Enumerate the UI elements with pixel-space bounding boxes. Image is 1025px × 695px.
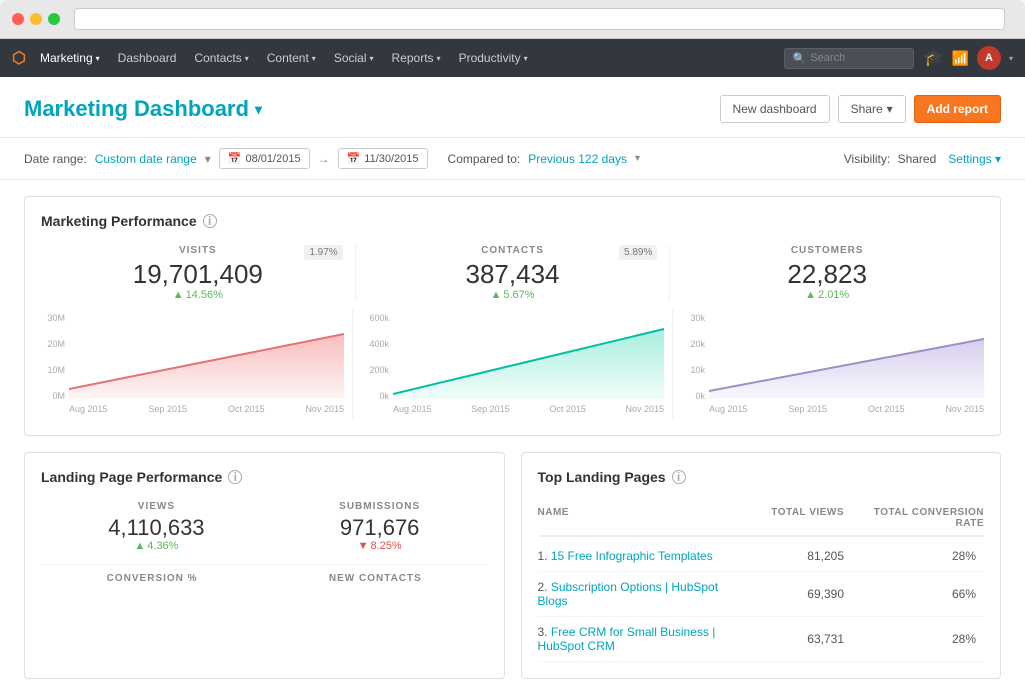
page-link[interactable]: 15 Free Infographic Templates (551, 549, 713, 563)
date-to-badge[interactable]: 📅 11/30/2015 (338, 148, 428, 169)
chevron-down-icon: ▾ (245, 54, 249, 63)
navbar: ⬡ Marketing ▾ Dashboard Contacts ▾ Conte… (0, 39, 1025, 77)
table-header: NAME TOTAL VIEWS TOTAL CONVERSION RATE (538, 501, 985, 537)
contacts-chart: 600k 400k 200k 0k (361, 309, 673, 419)
share-chevron-icon: ▾ (887, 102, 893, 116)
lp-metrics: VIEWS 4,110,633 ▲ 4.36% SUBMISSIONS 971,… (41, 501, 488, 552)
down-arrow-icon: ▼ (358, 540, 369, 552)
bottom-cards: Landing Page Performance i VIEWS 4,110,6… (24, 452, 1001, 679)
visits-chart: 30M 20M 10M 0M (41, 309, 353, 419)
card-title-tlp: Top Landing Pages i (538, 469, 985, 485)
filter-bar: Date range: Custom date range ▾ 📅 08/01/… (0, 138, 1025, 180)
nav-item-content[interactable]: Content ▾ (259, 47, 324, 69)
nav-item-dashboard[interactable]: Dashboard (110, 47, 185, 69)
top-landing-pages-table: NAME TOTAL VIEWS TOTAL CONVERSION RATE 1… (538, 501, 985, 662)
metric-visits: 1.97% VISITS 19,701,409 ▲ 14.56% (41, 245, 356, 301)
page-link[interactable]: Free CRM for Small Business | HubSpot CR… (538, 625, 716, 653)
nav-right-icons: 🎓 📶 A ▾ (924, 46, 1013, 70)
customers-chart: 30k 20k 10k 0k (681, 309, 984, 419)
chevron-down-icon: ▾ (96, 54, 100, 63)
browser-dot-red[interactable] (12, 13, 24, 25)
browser-dot-yellow[interactable] (30, 13, 42, 25)
compared-link[interactable]: Previous 122 days (528, 152, 627, 166)
arrow-separator: ▾ (205, 152, 211, 166)
chevron-down-icon: ▾ (370, 54, 374, 63)
info-icon[interactable]: i (203, 214, 217, 228)
visits-change: ▲ 14.56% (41, 289, 355, 301)
nav-item-productivity[interactable]: Productivity ▾ (451, 47, 536, 69)
table-row: 2. Subscription Options | HubSpot Blogs … (538, 572, 985, 617)
arrow-right: → (318, 152, 330, 166)
row-name: 3. Free CRM for Small Business | HubSpot… (538, 625, 745, 653)
compared-chevron-icon: ▾ (635, 153, 640, 164)
visits-chart-svg (69, 309, 344, 399)
card-title-lpp: Landing Page Performance i (41, 469, 488, 485)
chevron-down-icon: ▾ (312, 54, 316, 63)
visits-badge: 1.97% (304, 245, 342, 260)
browser-dot-green[interactable] (48, 13, 60, 25)
graduation-icon[interactable]: 🎓 (924, 48, 944, 68)
hubspot-logo: ⬡ (12, 48, 26, 68)
browser-chrome (0, 0, 1025, 39)
customers-change: ▲ 2.01% (670, 289, 984, 301)
page-header: Marketing Dashboard ▾ New dashboard Shar… (0, 77, 1025, 138)
nav-item-reports[interactable]: Reports ▾ (384, 47, 449, 69)
chevron-down-icon: ▾ (524, 54, 528, 63)
browser-addressbar[interactable] (74, 8, 1005, 30)
search-icon: 🔍 (793, 52, 807, 65)
settings-link[interactable]: Settings ▾ (948, 152, 1001, 166)
contacts-badge: 5.89% (619, 245, 657, 260)
table-row: 3. Free CRM for Small Business | HubSpot… (538, 617, 985, 662)
add-report-button[interactable]: Add report (914, 95, 1001, 123)
search-bar[interactable]: 🔍 Search (784, 48, 914, 69)
customers-chart-svg (709, 309, 984, 399)
nav-item-social[interactable]: Social ▾ (326, 47, 382, 69)
header-actions: New dashboard Share ▾ Add report (720, 95, 1001, 123)
metric-customers: CUSTOMERS 22,823 ▲ 2.01% (670, 245, 984, 301)
marketing-performance-card: Marketing Performance i 1.97% VISITS 19,… (24, 196, 1001, 436)
share-button[interactable]: Share ▾ (838, 95, 906, 123)
lp-views: VIEWS 4,110,633 ▲ 4.36% (108, 501, 204, 552)
up-arrow-icon: ▲ (805, 289, 816, 301)
calendar-icon: 📅 (347, 152, 361, 165)
user-avatar[interactable]: A (977, 46, 1001, 70)
nav-item-contacts[interactable]: Contacts ▾ (186, 47, 256, 69)
chevron-down-icon: ▾ (437, 54, 441, 63)
settings-chevron-icon: ▾ (995, 152, 1001, 166)
wifi-icon[interactable]: 📶 (952, 50, 969, 67)
calendar-icon: 📅 (228, 152, 242, 165)
lp-views-change: ▲ 4.36% (108, 540, 204, 552)
charts-row: 30M 20M 10M 0M (41, 309, 984, 419)
contacts-chart-svg (393, 309, 664, 399)
table-row: 1. 15 Free Infographic Templates 81,205 … (538, 541, 985, 572)
metrics-row: 1.97% VISITS 19,701,409 ▲ 14.56% 5.89% C… (41, 245, 984, 301)
row-name: 1. 15 Free Infographic Templates (538, 549, 745, 563)
title-chevron-icon[interactable]: ▾ (255, 101, 262, 118)
info-icon-lpp[interactable]: i (228, 470, 242, 484)
landing-page-performance-card: Landing Page Performance i VIEWS 4,110,6… (24, 452, 505, 679)
row-name: 2. Subscription Options | HubSpot Blogs (538, 580, 745, 608)
contacts-change: ▲ 5.67% (356, 289, 670, 301)
top-landing-pages-card: Top Landing Pages i NAME TOTAL VIEWS TOT… (521, 452, 1002, 679)
avatar-chevron-icon: ▾ (1009, 54, 1013, 63)
nav-item-marketing[interactable]: Marketing ▾ (32, 47, 108, 69)
page-content: Marketing Dashboard ▾ New dashboard Shar… (0, 77, 1025, 695)
info-icon-tlp[interactable]: i (672, 470, 686, 484)
card-title-marketing: Marketing Performance i (41, 213, 984, 229)
date-from-badge[interactable]: 📅 08/01/2015 (219, 148, 310, 169)
visibility-label: Visibility: Shared (844, 152, 937, 166)
up-arrow-icon: ▲ (490, 289, 501, 301)
cards-section: Marketing Performance i 1.97% VISITS 19,… (0, 180, 1025, 695)
up-arrow-icon: ▲ (134, 540, 145, 552)
date-range-link[interactable]: Custom date range (95, 152, 197, 166)
page-title: Marketing Dashboard ▾ (24, 96, 262, 122)
lp-submissions-change: ▼ 8.25% (339, 540, 420, 552)
page-link[interactable]: Subscription Options | HubSpot Blogs (538, 580, 719, 608)
new-dashboard-button[interactable]: New dashboard (720, 95, 830, 123)
metric-contacts: 5.89% CONTACTS 387,434 ▲ 5.67% (356, 245, 671, 301)
up-arrow-icon: ▲ (173, 289, 184, 301)
lp-submissions: SUBMISSIONS 971,676 ▼ 8.25% (339, 501, 420, 552)
